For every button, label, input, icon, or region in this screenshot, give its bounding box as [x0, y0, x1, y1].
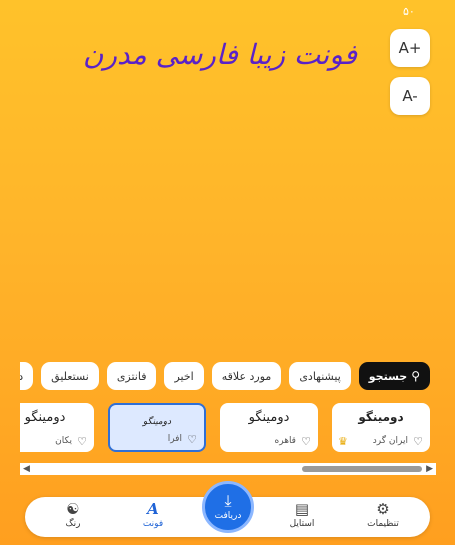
font-card[interactable]: دومینگو ♡ ایران گرد ♛	[332, 403, 430, 452]
heart-icon[interactable]: ♡	[187, 433, 197, 446]
nav-settings-label: تنظیمات	[367, 519, 399, 529]
chip-search-label: جستجو	[368, 369, 408, 383]
font-card-name: دومینگو	[24, 410, 66, 425]
font-icon: A	[147, 500, 159, 518]
font-card-selected[interactable]: دومینگو ♡ افرا	[108, 403, 206, 452]
font-cards-list: دومینگو ♡ ایران گرد ♛ دومینگو ♡ قاهره دو…	[20, 403, 432, 453]
font-card-subtitle: ایران گرد	[372, 436, 408, 446]
horizontal-scrollbar[interactable]: ◀ ▶	[20, 463, 436, 475]
font-card-subtitle: قاهره	[274, 436, 296, 446]
download-label: دریافت	[214, 511, 242, 521]
heart-icon[interactable]: ♡	[413, 435, 423, 448]
filter-chips: ⚲ جستجو پیشنهادی مورد علاقه اخیر فانتزی …	[20, 362, 430, 390]
font-preview-text[interactable]: فونت زیبا فارسی مدرن	[60, 38, 380, 71]
nav-font-label: فونت	[142, 519, 164, 529]
nav-color[interactable]: ☯ رنگ	[43, 500, 103, 529]
font-size-value: ۵۰	[403, 5, 415, 18]
font-card-name: دومینگو	[142, 417, 172, 427]
heart-icon[interactable]: ♡	[77, 435, 87, 448]
font-card-subtitle: یکان	[55, 436, 72, 446]
chip-favorites[interactable]: مورد علاقه	[211, 362, 282, 390]
nav-style-label: استایل	[289, 519, 315, 529]
nav-color-label: رنگ	[65, 519, 81, 529]
heart-icon[interactable]: ♡	[301, 435, 311, 448]
font-card[interactable]: دومینگو ♡ یکان	[20, 403, 94, 452]
font-card-name: دومینگو	[248, 410, 290, 425]
scroll-right-arrow-icon[interactable]: ▶	[426, 464, 433, 474]
chip-recent[interactable]: اخیر	[164, 362, 204, 390]
nav-font[interactable]: A فونت	[123, 500, 183, 529]
chip-suggested[interactable]: پیشنهادی	[289, 362, 351, 390]
zoom-in-button[interactable]: A+	[390, 29, 430, 67]
chip-fantasy[interactable]: فانتزی	[106, 362, 157, 390]
chip-handwriting[interactable]: دست‌نویس	[20, 362, 34, 390]
chip-search[interactable]: ⚲ جستجو	[358, 362, 430, 390]
nav-style[interactable]: ▤ استایل	[272, 500, 332, 529]
font-card-name: دومینگو	[358, 410, 404, 424]
zoom-out-button[interactable]: A-	[390, 77, 430, 115]
scrollbar-thumb[interactable]	[302, 466, 422, 472]
font-card-subtitle: افرا	[167, 434, 182, 444]
font-card[interactable]: دومینگو ♡ قاهره	[220, 403, 318, 452]
chip-nastaliq[interactable]: نستعلیق	[41, 362, 99, 390]
scroll-left-arrow-icon[interactable]: ◀	[23, 464, 30, 474]
download-icon: ⤓	[224, 491, 232, 510]
download-button[interactable]: ⤓ دریافت	[202, 481, 254, 533]
crown-icon: ♛	[338, 435, 348, 448]
gear-icon: ⚙	[376, 500, 390, 518]
color-circles-icon: ☯	[66, 500, 80, 518]
style-icon: ▤	[294, 500, 310, 518]
nav-settings[interactable]: ⚙ تنظیمات	[353, 500, 413, 529]
search-icon: ⚲	[411, 369, 420, 383]
